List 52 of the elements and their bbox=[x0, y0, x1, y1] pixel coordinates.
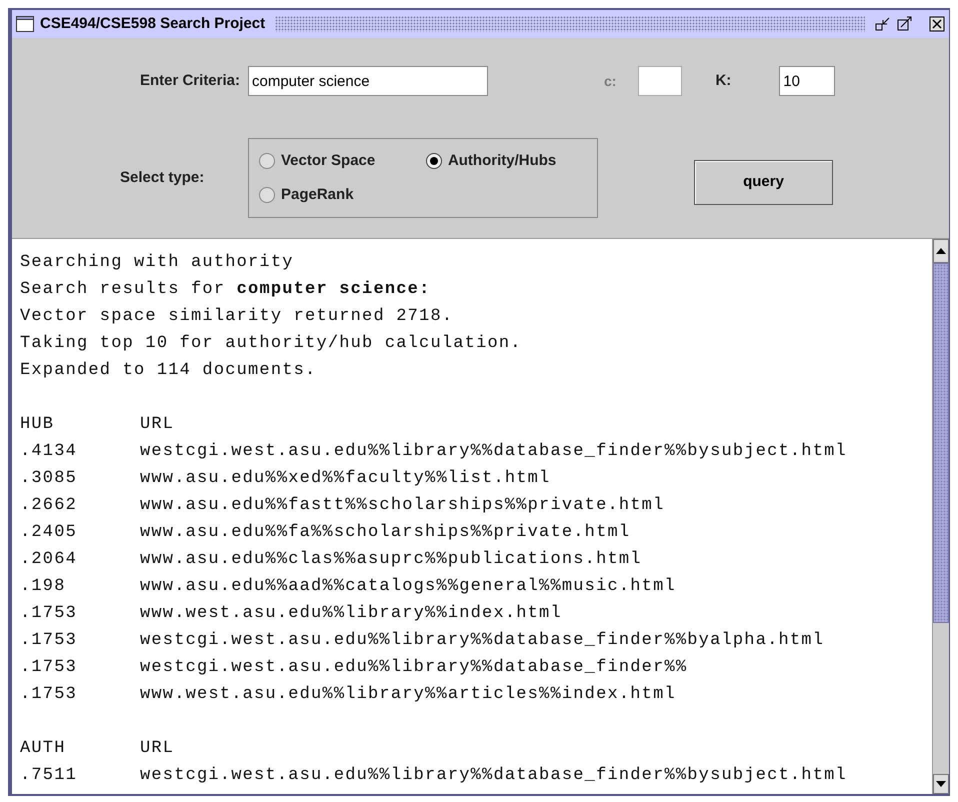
radio-label: Vector Space bbox=[281, 150, 376, 170]
url-text: www.asu.edu%%xed%%faculty%%list.html bbox=[140, 468, 550, 490]
score-text: .1753 bbox=[20, 603, 78, 625]
url-text: westcgi.west.asu.edu%%library%%database_finder%%bysubject.html bbox=[140, 765, 847, 787]
score-text: .1753 bbox=[20, 630, 78, 652]
query-button[interactable]: query bbox=[694, 160, 833, 204]
url-text: www.asu.edu%%fastt%%scholarships%%private.html bbox=[140, 495, 664, 517]
result-line: Taking top 10 for authority/hub calculation. bbox=[20, 333, 522, 355]
radio-label: Authority/Hubs bbox=[448, 150, 556, 170]
close-icon[interactable] bbox=[929, 16, 945, 32]
url-text: URL bbox=[140, 738, 174, 760]
score-text: HUB bbox=[20, 414, 56, 436]
url-text: URL bbox=[140, 414, 174, 436]
result-line: Expanded to 114 documents. bbox=[20, 360, 316, 382]
score-text: .1753 bbox=[20, 657, 78, 679]
score-text: .2064 bbox=[20, 549, 78, 571]
c-field[interactable] bbox=[638, 66, 682, 96]
score-text: .1753 bbox=[20, 684, 78, 706]
url-text: westcgi.west.asu.edu%%library%%database_finder%%byalpha.html bbox=[140, 630, 824, 652]
minimize-icon[interactable] bbox=[875, 16, 891, 32]
c-label: c: bbox=[604, 72, 616, 90]
radio-button[interactable] bbox=[259, 152, 275, 169]
result-line: Searching with authority bbox=[20, 252, 294, 274]
url-text: www.asu.edu%%clas%%asuprc%%publications.html bbox=[140, 549, 642, 571]
score-text: .2405 bbox=[20, 522, 78, 544]
radio-label: PageRank bbox=[281, 185, 354, 205]
maximize-icon[interactable] bbox=[897, 16, 913, 32]
url-text: westcgi.west.asu.edu%%library%%database_finder%%bysubject.html bbox=[140, 441, 847, 463]
score-text: .198 bbox=[20, 576, 67, 598]
criteria-label: Enter Criteria: bbox=[138, 70, 241, 91]
url-text: www.asu.edu%%fa%%scholarships%%private.html bbox=[140, 522, 630, 544]
type-label: Select type: bbox=[119, 168, 206, 188]
score-text: .4134 bbox=[20, 441, 78, 463]
window-title: CSE494/CSE598 Search Project bbox=[40, 14, 266, 34]
radio-button[interactable] bbox=[259, 187, 275, 204]
k-field[interactable]: 10 bbox=[779, 66, 836, 96]
url-text: westcgi.west.asu.edu%%library%%database_finder%% bbox=[140, 657, 688, 679]
scroll-down-icon[interactable] bbox=[933, 774, 949, 794]
url-text: www.west.asu.edu%%library%%articles%%index.html bbox=[140, 684, 676, 706]
criteria-field[interactable]: computer science bbox=[248, 66, 488, 96]
score-text: .3085 bbox=[20, 468, 78, 490]
window-icon bbox=[16, 16, 34, 32]
url-text: www.west.asu.edu%%library%%index.html bbox=[140, 603, 562, 625]
url-text: www.asu.edu%%aad%%catalogs%%general%%music.html bbox=[140, 576, 676, 598]
radio-button[interactable] bbox=[426, 152, 442, 169]
result-line: Vector space similarity returned 2718. bbox=[20, 306, 454, 328]
scroll-up-icon[interactable] bbox=[933, 239, 949, 263]
score-text: AUTH bbox=[20, 738, 67, 760]
score-text: .7511 bbox=[20, 765, 78, 787]
result-line: Search results for computer science: bbox=[20, 279, 430, 301]
k-label: K: bbox=[715, 70, 732, 91]
score-text: .2662 bbox=[20, 495, 78, 517]
